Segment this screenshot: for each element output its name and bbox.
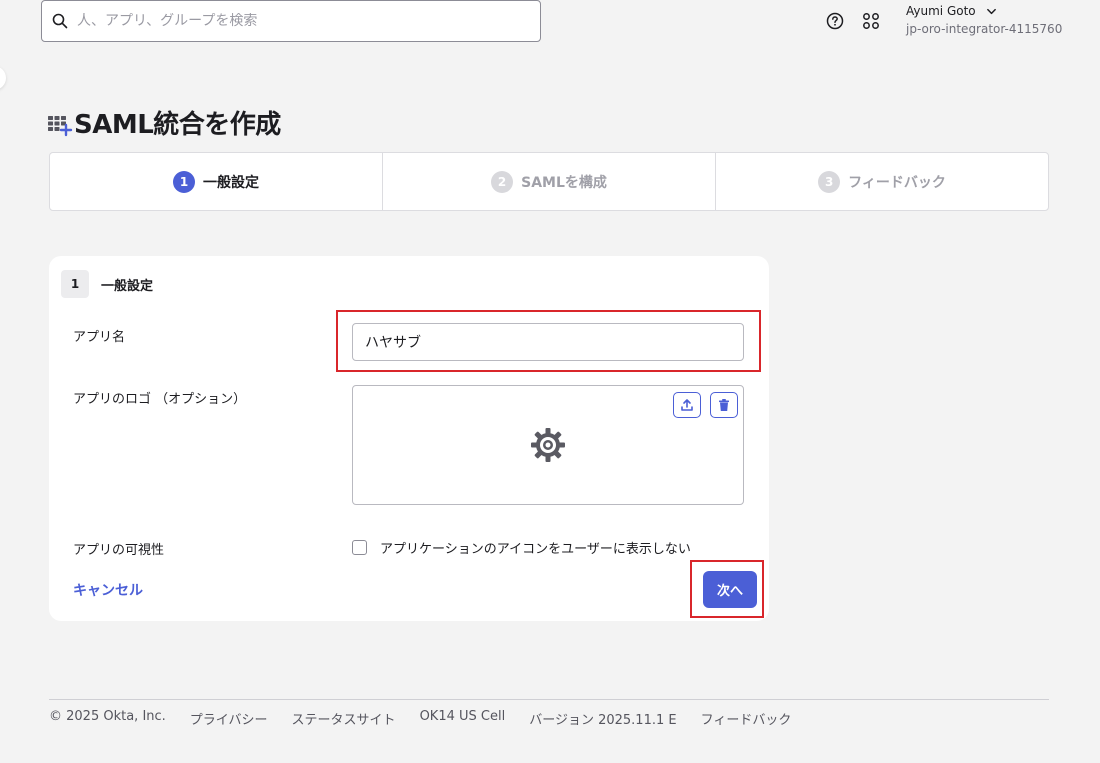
section-number: 1 (61, 270, 89, 298)
gear-icon (531, 428, 565, 462)
footer-version: バージョン 2025.11.1 E (529, 713, 677, 728)
cancel-button[interactable]: キャンセル (73, 580, 143, 600)
trash-icon (719, 399, 729, 411)
footer-cell: OK14 US Cell (419, 709, 506, 724)
step-feedback: 3 フィードバック (716, 153, 1048, 210)
user-name: Ayumi Goto (906, 4, 976, 18)
global-search[interactable] (41, 0, 541, 42)
footer: © 2025 Okta, Inc. プライバシー ステータスサイト OK14 U… (49, 709, 791, 728)
app-name-label: アプリ名 (73, 330, 126, 345)
step-label: SAMLを構成 (521, 174, 607, 191)
app-visibility-label: アプリの可視性 (73, 543, 165, 558)
add-app-grid-icon (48, 115, 73, 136)
search-input[interactable] (77, 13, 517, 29)
upload-logo-button[interactable] (673, 392, 701, 418)
footer-divider (49, 699, 1049, 700)
step-label: フィードバック (848, 174, 946, 191)
app-logo-dropzone[interactable] (352, 385, 744, 505)
footer-copyright: © 2025 Okta, Inc. (49, 709, 166, 724)
sidebar-toggle[interactable] (0, 66, 6, 90)
org-name: jp-oro-integrator-4115760 (906, 22, 1063, 36)
hide-icon-checkbox[interactable] (352, 540, 367, 555)
hide-icon-checkbox-label[interactable]: アプリケーションのアイコンをユーザーに表示しない (380, 538, 691, 557)
delete-logo-button[interactable] (710, 392, 738, 418)
user-menu[interactable]: Ayumi Goto jp-oro-integrator-4115760 (906, 4, 1062, 36)
help-icon[interactable] (826, 12, 844, 30)
step-number: 2 (491, 170, 514, 193)
footer-privacy-link[interactable]: プライバシー (190, 709, 268, 728)
step-label: 一般設定 (203, 174, 259, 191)
step-number: 3 (818, 170, 841, 193)
upload-icon (681, 399, 693, 411)
search-icon (52, 13, 68, 29)
step-general-settings: 1 一般設定 (50, 153, 383, 210)
page-header: SAML統合を作成 (48, 104, 281, 141)
wizard-stepper: 1 一般設定 2 SAMLを構成 3 フィードバック (49, 152, 1049, 211)
section-title: 一般設定 (101, 278, 154, 294)
general-settings-card: 1 一般設定 アプリ名 アプリのロゴ （オプション） (49, 256, 769, 621)
app-name-input[interactable] (352, 323, 744, 361)
chevron-down-icon (986, 8, 996, 14)
footer-status-site-link[interactable]: ステータスサイト (292, 709, 396, 728)
next-button[interactable]: 次へ (703, 571, 757, 608)
apps-grid-icon[interactable] (862, 12, 880, 30)
step-configure-saml: 2 SAMLを構成 (383, 153, 716, 210)
page-title: SAML統合を作成 (74, 110, 281, 140)
step-number: 1 (173, 170, 195, 193)
section-header: 1 一般設定 (61, 270, 153, 298)
hide-icon-option: アプリケーションのアイコンをユーザーに表示しない (352, 538, 691, 557)
app-logo-label: アプリのロゴ （オプション） (73, 392, 247, 407)
footer-feedback-link[interactable]: フィードバック (701, 709, 792, 728)
